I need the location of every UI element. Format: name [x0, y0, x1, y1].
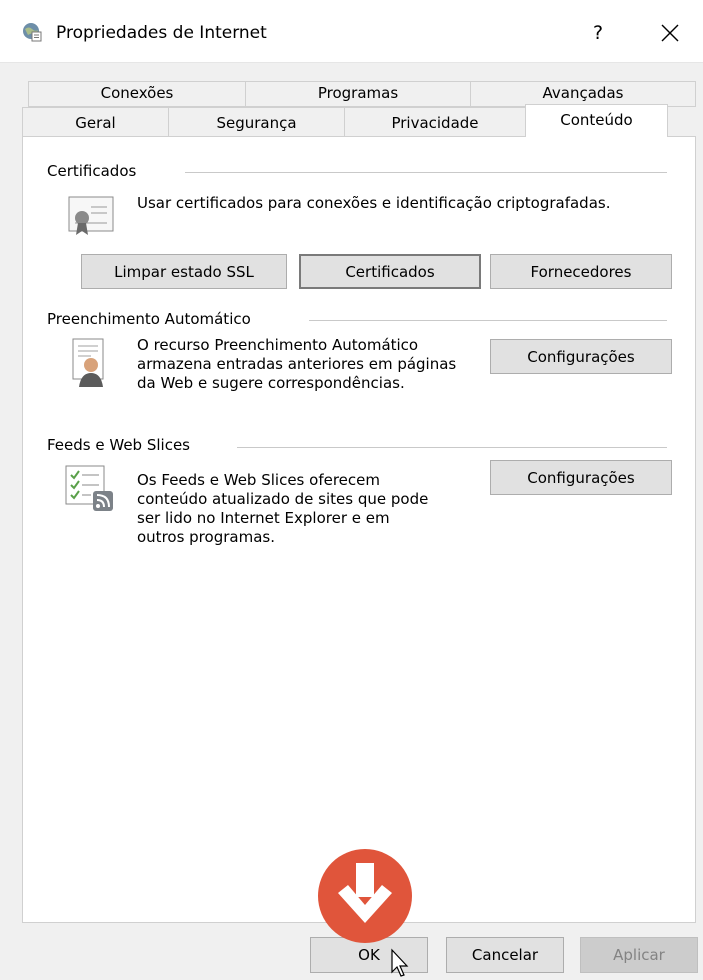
autocomplete-description-line: O recurso Preenchimento Automático — [137, 336, 419, 354]
arrow-down-icon — [338, 863, 392, 923]
autocomplete-description: O recurso Preenchimento Automático armaz… — [137, 336, 456, 393]
tab-programas[interactable]: Programas — [245, 81, 471, 107]
feeds-settings-button[interactable]: Configurações — [490, 460, 672, 495]
tab-geral[interactable]: Geral — [22, 107, 169, 137]
tab-privacidade[interactable]: Privacidade — [344, 107, 526, 137]
close-button[interactable] — [648, 14, 692, 52]
feeds-group-title: Feeds e Web Slices — [47, 436, 196, 454]
autocomplete-group-title: Preenchimento Automático — [47, 310, 257, 328]
autocomplete-settings-button[interactable]: Configurações — [490, 339, 672, 374]
group-divider — [237, 447, 667, 448]
autocomplete-description-line: da Web e sugere correspondências. — [137, 374, 405, 392]
certificates-description: Usar certificados para conexões e identi… — [137, 194, 611, 212]
feeds-description-line: conteúdo atualizado de sites que pode — [137, 490, 429, 508]
feeds-description: Os Feeds e Web Slices oferecem conteúdo … — [137, 471, 428, 547]
autocomplete-icon — [72, 338, 104, 387]
window-title: Propriedades de Internet — [56, 23, 267, 43]
certificates-button[interactable]: Certificados — [299, 254, 481, 289]
feeds-icon — [65, 465, 113, 511]
publishers-button[interactable]: Fornecedores — [490, 254, 672, 289]
tab-conteudo[interactable]: Conteúdo — [525, 104, 668, 137]
certificates-group-title: Certificados — [47, 162, 143, 180]
certificate-icon — [68, 196, 114, 235]
close-icon — [661, 24, 679, 42]
mouse-cursor-icon — [391, 948, 409, 977]
group-divider — [309, 320, 667, 321]
feeds-description-line: outros programas. — [137, 528, 275, 546]
arrow-down-indicator — [318, 849, 412, 943]
feeds-description-line: Os Feeds e Web Slices oferecem — [137, 471, 380, 489]
group-divider — [185, 172, 667, 173]
clear-ssl-button[interactable]: Limpar estado SSL — [81, 254, 287, 289]
cancel-button[interactable]: Cancelar — [446, 937, 564, 973]
title-bar: Propriedades de Internet ? — [0, 0, 703, 63]
internet-options-icon — [23, 23, 42, 42]
tab-conexoes[interactable]: Conexões — [28, 81, 246, 107]
content-panel: Certificados Usar certificados para cone… — [22, 136, 696, 923]
autocomplete-description-line: armazena entradas anteriores em páginas — [137, 355, 457, 373]
help-button[interactable]: ? — [578, 14, 618, 52]
apply-button[interactable]: Aplicar — [580, 937, 698, 973]
tab-seguranca[interactable]: Segurança — [168, 107, 345, 137]
feeds-description-line: ser lido no Internet Explorer e em — [137, 509, 390, 527]
